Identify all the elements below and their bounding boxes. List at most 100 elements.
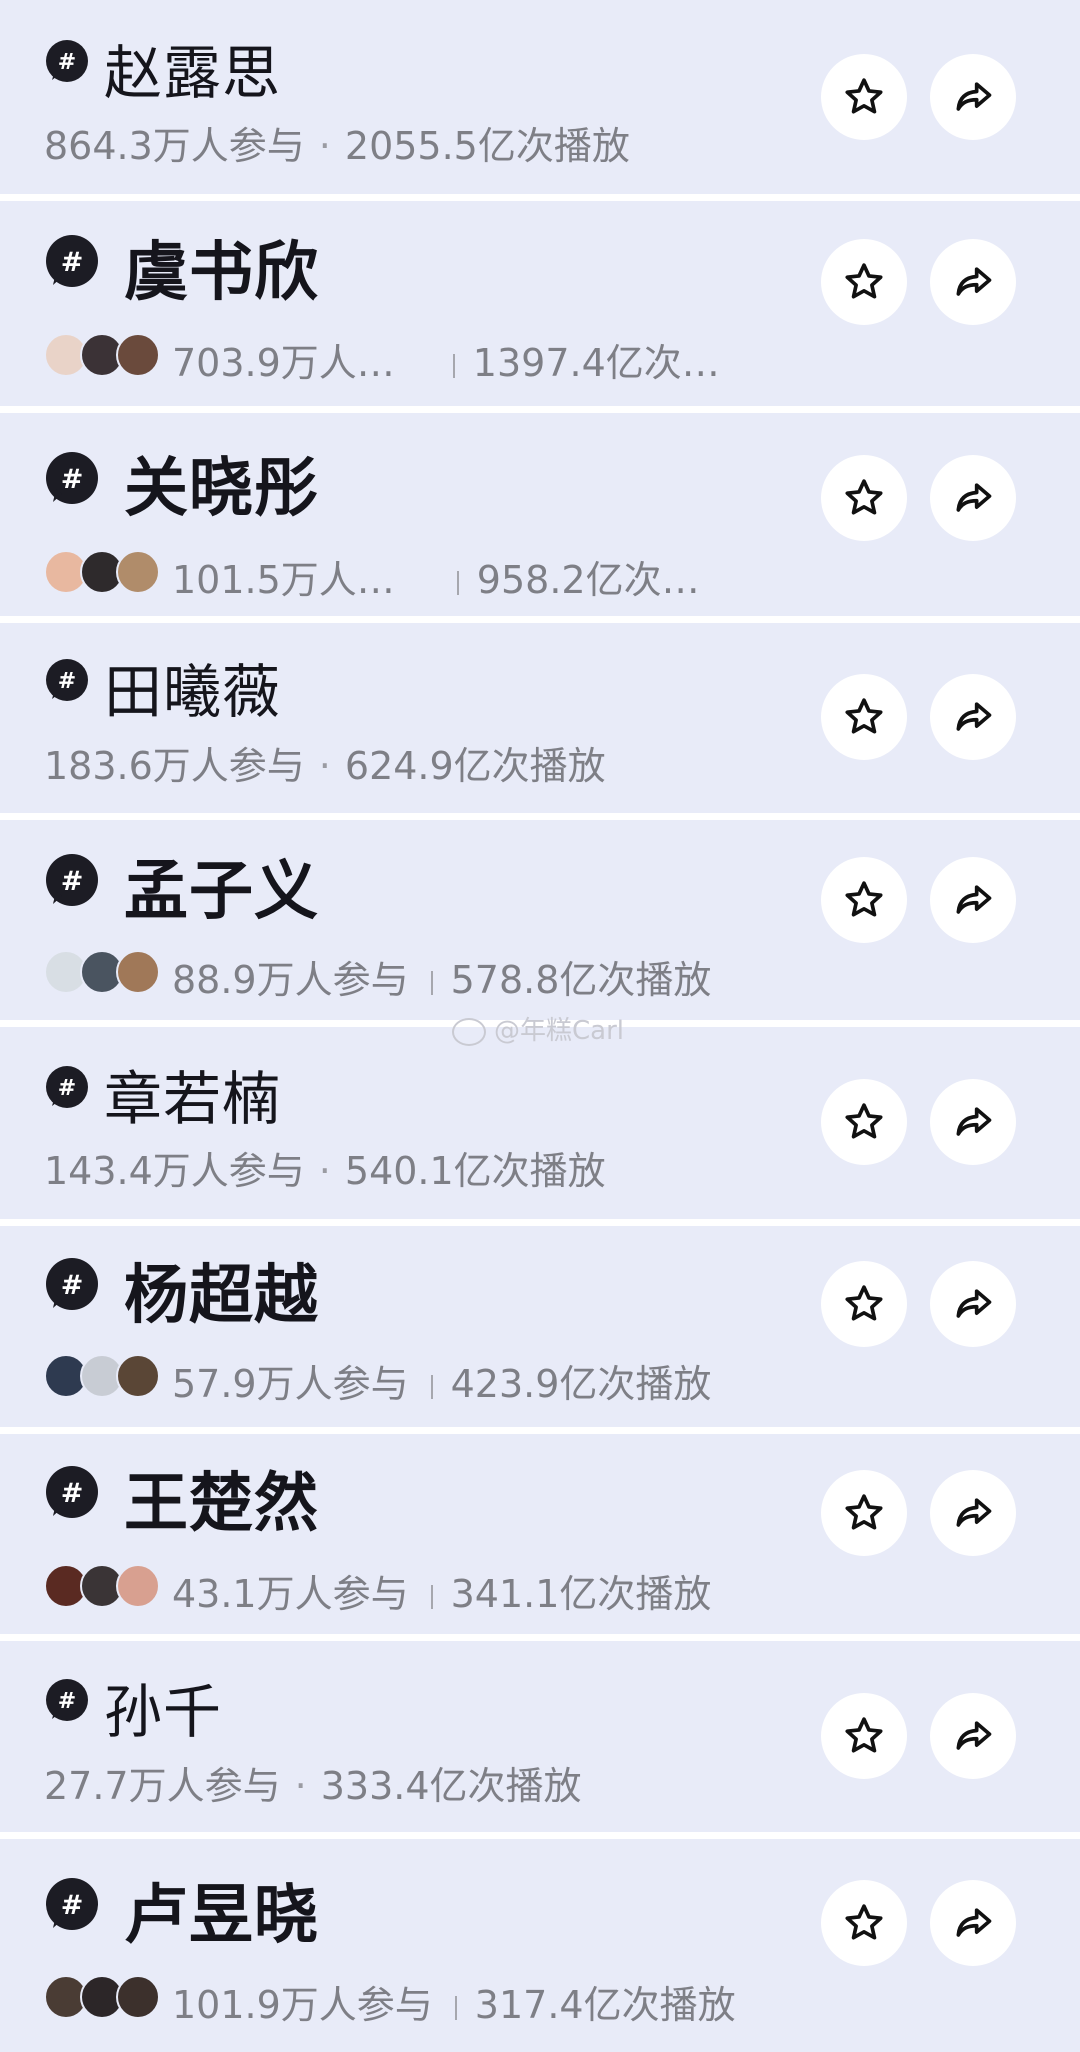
topic-hashtag-icon: # bbox=[46, 1878, 98, 1930]
svg-text:#: # bbox=[61, 247, 84, 278]
favorite-button[interactable] bbox=[821, 455, 907, 541]
topic-stats: 27.7万人参与 · 333.4亿次播放 bbox=[44, 1755, 582, 1810]
share-button[interactable] bbox=[930, 857, 1016, 943]
star-icon bbox=[845, 78, 883, 114]
topic-card[interactable]: # 卢昱晓 101.9万人参与 317.4亿次播放 bbox=[0, 1839, 1080, 2052]
topic-card[interactable]: # 章若楠 143.4万人参与 · 540.1亿次播放 bbox=[0, 1027, 1080, 1219]
topic-stats: 101.5万人… 958.2亿次… bbox=[172, 549, 700, 604]
separator-dot: · bbox=[294, 1764, 307, 1808]
topic-list: # 赵露思 864.3万人参与 · 2055.5亿次播放 # 虞书欣 703.9万人… bbox=[0, 0, 1080, 2052]
plays-count: 423.9亿次播放 bbox=[450, 1362, 712, 1406]
participants-count: 43.1万人参与 bbox=[172, 1572, 409, 1616]
topic-card[interactable]: # 关晓彤 101.5万人… 958.2亿次… bbox=[0, 413, 1080, 616]
favorite-button[interactable] bbox=[821, 239, 907, 325]
plays-count: 624.9亿次播放 bbox=[344, 744, 606, 788]
topic-card[interactable]: # 田曦薇 183.6万人参与 · 624.9亿次播放 bbox=[0, 623, 1080, 813]
topic-card[interactable]: # 孙千 27.7万人参与 · 333.4亿次播放 bbox=[0, 1641, 1080, 1832]
topic-name[interactable]: 关晓彤 bbox=[124, 437, 319, 529]
topic-name[interactable]: 王楚然 bbox=[124, 1452, 319, 1544]
favorite-button[interactable] bbox=[821, 1470, 907, 1556]
separator-bar bbox=[430, 1584, 433, 1609]
avatar-stack bbox=[44, 950, 162, 994]
share-icon bbox=[956, 1498, 992, 1527]
share-button[interactable] bbox=[930, 455, 1016, 541]
separator-dot: · bbox=[318, 744, 331, 788]
share-button[interactable] bbox=[930, 1693, 1016, 1779]
star-icon bbox=[845, 1904, 883, 1940]
favorite-button[interactable] bbox=[821, 1261, 907, 1347]
avatar-stack bbox=[44, 1354, 162, 1398]
share-button[interactable] bbox=[930, 1079, 1016, 1165]
avatar-stack bbox=[44, 333, 162, 377]
topic-name[interactable]: 卢昱晓 bbox=[124, 1864, 319, 1956]
share-icon bbox=[956, 1107, 992, 1136]
svg-text:#: # bbox=[61, 866, 84, 897]
topic-card[interactable]: # 赵露思 864.3万人参与 · 2055.5亿次播放 bbox=[0, 0, 1080, 194]
plays-count: 578.8亿次播放 bbox=[450, 958, 712, 1002]
favorite-button[interactable] bbox=[821, 1079, 907, 1165]
topic-hashtag-icon: # bbox=[46, 40, 88, 82]
watermark: @年糕Carl bbox=[452, 1010, 624, 1047]
topic-card[interactable]: # 虞书欣 703.9万人… 1397.4亿次… bbox=[0, 201, 1080, 406]
topic-name[interactable]: 杨超越 bbox=[124, 1244, 319, 1336]
topic-stats: 143.4万人参与 · 540.1亿次播放 bbox=[44, 1140, 606, 1195]
share-button[interactable] bbox=[930, 1261, 1016, 1347]
topic-stats: 703.9万人… 1397.4亿次… bbox=[172, 332, 720, 387]
avatar-stack bbox=[44, 550, 162, 594]
share-button[interactable] bbox=[930, 1470, 1016, 1556]
topic-name[interactable]: 孟子义 bbox=[124, 840, 319, 932]
plays-count: 540.1亿次播放 bbox=[344, 1149, 606, 1193]
topic-name[interactable]: 田曦薇 bbox=[104, 645, 281, 729]
favorite-button[interactable] bbox=[821, 54, 907, 140]
star-icon bbox=[845, 1285, 883, 1321]
avatar bbox=[116, 1354, 160, 1398]
share-button[interactable] bbox=[930, 674, 1016, 760]
topic-stats: 88.9万人参与 578.8亿次播放 bbox=[172, 949, 711, 1004]
svg-text:#: # bbox=[61, 1890, 84, 1921]
star-icon bbox=[845, 1103, 883, 1139]
share-icon bbox=[956, 267, 992, 296]
avatar bbox=[116, 333, 160, 377]
avatar bbox=[116, 1564, 160, 1608]
favorite-button[interactable] bbox=[821, 1693, 907, 1779]
favorite-button[interactable] bbox=[821, 857, 907, 943]
topic-hashtag-icon: # bbox=[46, 1679, 88, 1721]
participants-count: 101.5万人… bbox=[172, 558, 395, 602]
separator-bar bbox=[430, 970, 433, 995]
topic-hashtag-icon: # bbox=[46, 1466, 98, 1518]
svg-text:#: # bbox=[61, 1270, 84, 1301]
topic-name[interactable]: 赵露思 bbox=[104, 26, 281, 110]
plays-count: 317.4亿次播放 bbox=[474, 1983, 736, 2027]
star-icon bbox=[845, 263, 883, 299]
topic-name[interactable]: 章若楠 bbox=[104, 1052, 281, 1136]
share-icon bbox=[956, 1721, 992, 1750]
topic-card[interactable]: # 孟子义 88.9万人参与 578.8亿次播放 bbox=[0, 820, 1080, 1020]
topic-hashtag-icon: # bbox=[46, 1066, 88, 1108]
share-button[interactable] bbox=[930, 1880, 1016, 1966]
star-icon bbox=[845, 479, 883, 515]
share-icon bbox=[956, 885, 992, 914]
participants-count: 27.7万人参与 bbox=[44, 1764, 281, 1808]
topic-stats: 43.1万人参与 341.1亿次播放 bbox=[172, 1563, 711, 1618]
share-icon bbox=[956, 702, 992, 731]
topic-name[interactable]: 虞书欣 bbox=[124, 221, 319, 313]
svg-text:#: # bbox=[58, 1689, 76, 1714]
svg-text:#: # bbox=[61, 1478, 84, 1509]
participants-count: 864.3万人参与 bbox=[44, 124, 305, 168]
svg-text:#: # bbox=[58, 1076, 76, 1101]
separator-bar bbox=[454, 1995, 457, 2020]
share-icon bbox=[956, 483, 992, 512]
share-button[interactable] bbox=[930, 239, 1016, 325]
share-icon bbox=[956, 82, 992, 111]
favorite-button[interactable] bbox=[821, 674, 907, 760]
topic-name[interactable]: 孙千 bbox=[104, 1665, 222, 1749]
plays-count: 1397.4亿次… bbox=[472, 341, 720, 385]
favorite-button[interactable] bbox=[821, 1880, 907, 1966]
topic-stats: 183.6万人参与 · 624.9亿次播放 bbox=[44, 735, 606, 790]
share-button[interactable] bbox=[930, 54, 1016, 140]
svg-text:#: # bbox=[58, 50, 76, 75]
participants-count: 101.9万人参与 bbox=[172, 1983, 433, 2027]
weibo-icon bbox=[452, 1017, 486, 1046]
topic-card[interactable]: # 杨超越 57.9万人参与 423.9亿次播放 bbox=[0, 1226, 1080, 1427]
topic-card[interactable]: # 王楚然 43.1万人参与 341.1亿次播放 bbox=[0, 1434, 1080, 1634]
